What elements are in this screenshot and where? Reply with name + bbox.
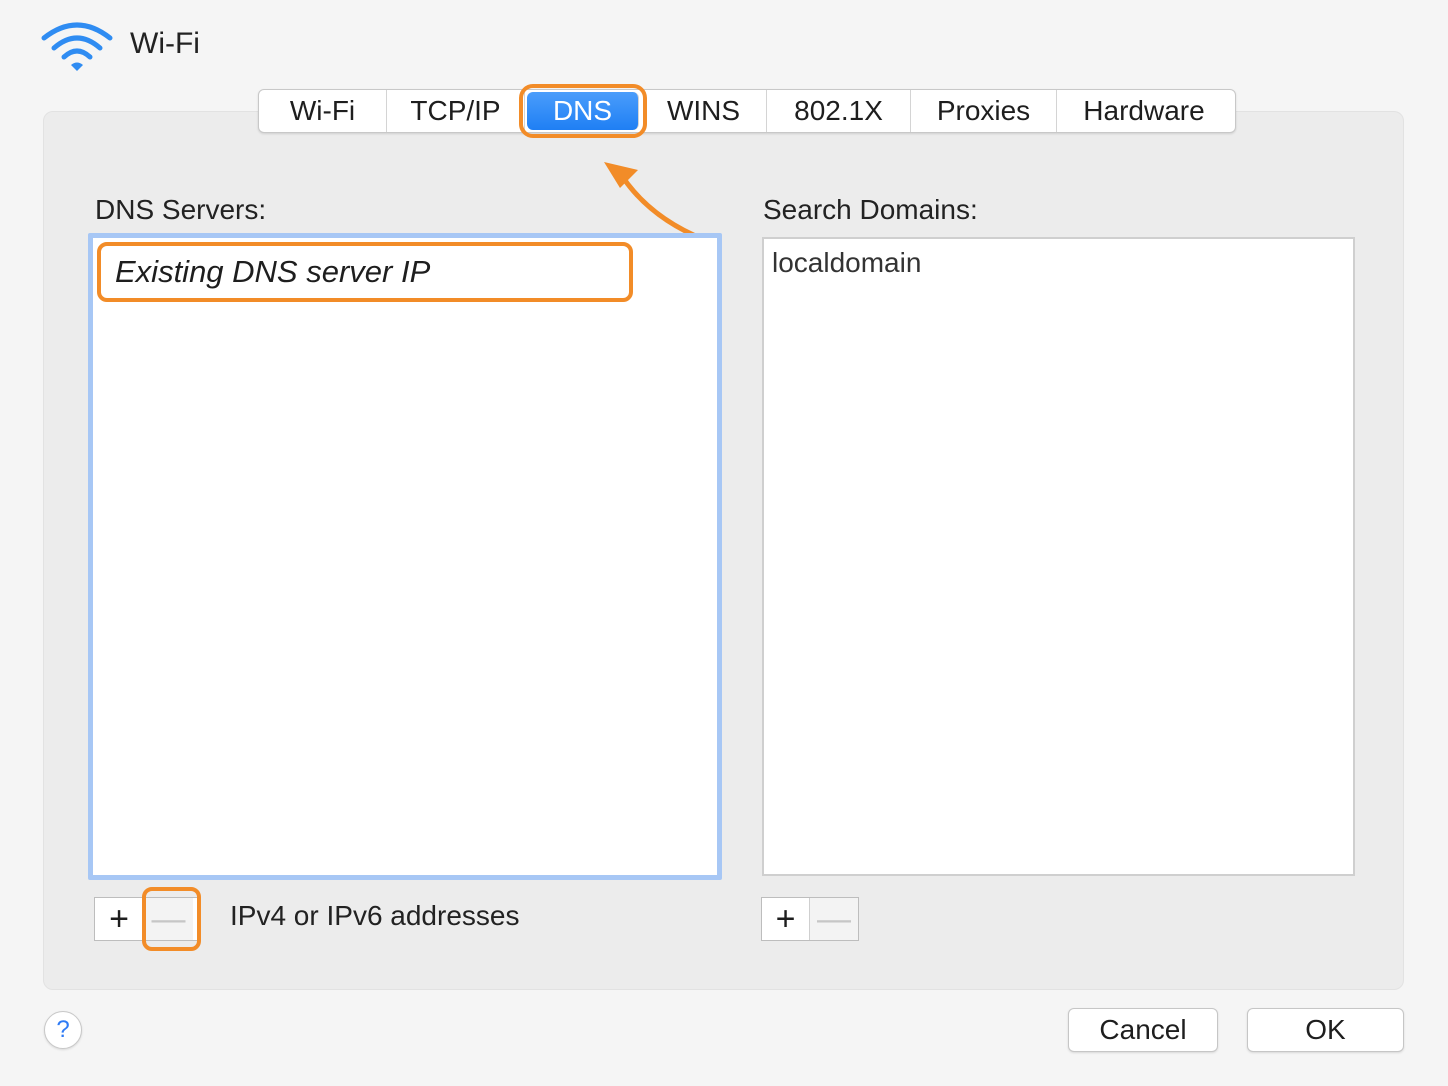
domain-add-button[interactable]: + — [762, 898, 811, 940]
tab-wifi[interactable]: Wi-Fi — [259, 90, 387, 132]
tab-wins[interactable]: WINS — [641, 90, 767, 132]
help-button[interactable]: ? — [44, 1011, 82, 1049]
search-domains-label: Search Domains: — [763, 194, 978, 225]
domain-remove-button[interactable]: — — [810, 898, 858, 940]
dns-add-button[interactable]: + — [95, 898, 144, 940]
ok-button[interactable]: OK — [1247, 1008, 1404, 1052]
dns-servers-label: DNS Servers: — [95, 194, 267, 225]
dns-remove-button[interactable]: — — [144, 898, 193, 940]
dns-hint-text: IPv4 or IPv6 addresses — [230, 900, 520, 931]
dns-server-entry[interactable]: Existing DNS server IP — [97, 242, 633, 302]
tab-dns[interactable]: DNS — [519, 84, 647, 138]
search-domains-list[interactable]: localdomain — [762, 237, 1355, 876]
tab-proxies[interactable]: Proxies — [911, 90, 1057, 132]
tab-hardware[interactable]: Hardware — [1057, 90, 1231, 132]
title-bar: Wi-Fi — [40, 14, 200, 74]
tab-8021x[interactable]: 802.1X — [767, 90, 911, 132]
dns-servers-list[interactable]: Existing DNS server IP — [88, 233, 722, 880]
window-title: Wi-Fi — [130, 27, 200, 60]
tab-tcpip[interactable]: TCP/IP — [387, 90, 525, 132]
domain-add-remove-group: + — — [761, 897, 859, 941]
wifi-icon — [41, 22, 113, 71]
search-domain-entry[interactable]: localdomain — [772, 247, 921, 279]
tab-bar: Wi-Fi TCP/IP DNS WINS 802.1X Proxies Har… — [258, 84, 1236, 138]
cancel-button[interactable]: Cancel — [1068, 1008, 1218, 1052]
dns-add-remove-group: + — — [94, 897, 199, 941]
